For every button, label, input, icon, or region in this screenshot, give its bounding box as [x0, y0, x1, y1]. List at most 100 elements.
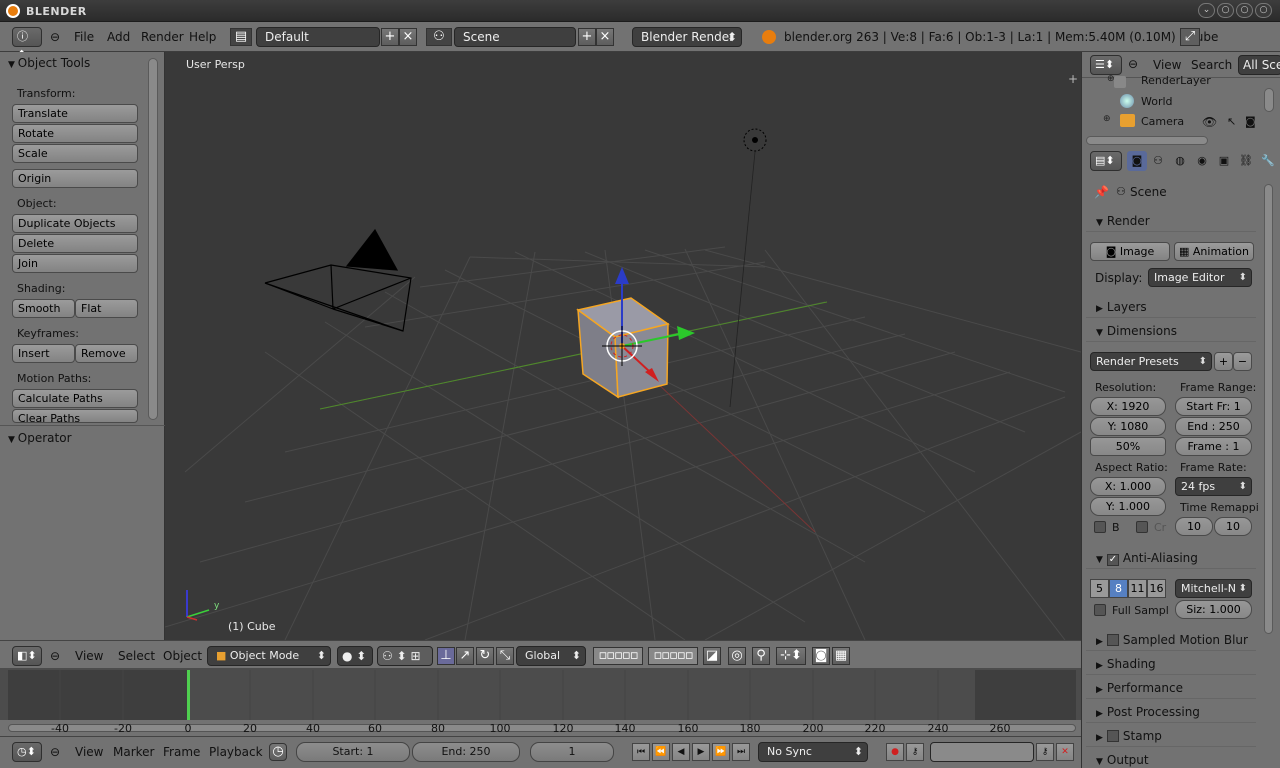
renderability-camera-icon[interactable]: ◙: [1245, 115, 1256, 128]
delete-keyframe-icon[interactable]: ✕: [1056, 743, 1074, 761]
render-tab-icon[interactable]: ◙: [1127, 151, 1147, 171]
render-animation-button[interactable]: ▦ Animation: [1174, 242, 1254, 261]
jump-end-icon[interactable]: ⏭: [732, 743, 750, 761]
window-menu-button[interactable]: ⌄: [1198, 3, 1215, 18]
outliner-scrollbar[interactable]: [1264, 88, 1274, 112]
modifiers-tab-icon[interactable]: 🔧: [1258, 151, 1278, 171]
snap-toggle-icon[interactable]: ⚲: [752, 647, 770, 665]
time-remap-new-field[interactable]: 10: [1214, 517, 1252, 536]
add-scene-button[interactable]: +: [578, 28, 596, 46]
pin-icon[interactable]: 📌: [1094, 185, 1109, 199]
editor-type-timeline-button[interactable]: ◷⬍: [12, 742, 42, 762]
aspect-x-field[interactable]: X: 1.000: [1090, 477, 1166, 496]
visibility-eye-icon[interactable]: 👁: [1202, 115, 1217, 129]
resolution-percentage-field[interactable]: 50%: [1090, 437, 1166, 456]
keying-set-field[interactable]: [930, 742, 1034, 762]
frame-menu[interactable]: Frame: [163, 745, 200, 759]
delete-button[interactable]: Delete: [12, 234, 138, 253]
viewport-add-panel-icon[interactable]: +: [1068, 72, 1078, 86]
display-filter-dropdown[interactable]: All Sce: [1238, 55, 1280, 75]
translate-button[interactable]: Translate: [12, 104, 138, 123]
editor-type-info-button[interactable]: ⓘ ⬍: [12, 27, 42, 61]
tool-shelf-scrollbar[interactable]: [148, 58, 158, 420]
fullscreen-icon[interactable]: ⤢: [1180, 28, 1200, 46]
playback-menu[interactable]: Playback: [209, 745, 263, 759]
start-frame-field[interactable]: Start: 1: [296, 742, 410, 762]
proportional-edit-icon[interactable]: ◎: [728, 647, 746, 665]
snap-element-icon[interactable]: ⊹⬍: [776, 647, 806, 665]
smooth-button[interactable]: Smooth: [12, 299, 75, 318]
layer-buttons-group-1[interactable]: ▫▫▫▫▫: [593, 647, 643, 665]
help-menu[interactable]: Help: [189, 30, 216, 44]
select-menu[interactable]: Select: [118, 649, 155, 663]
add-preset-button[interactable]: +: [1214, 352, 1233, 371]
anti-aliasing-section-header[interactable]: ▼ ✓ Anti-Aliasing: [1086, 547, 1256, 569]
motion-blur-checkbox-icon[interactable]: [1106, 634, 1119, 646]
timeline-editor[interactable]: -40 -20 0 20 40 60 80 100 120 140 160 18…: [0, 668, 1081, 736]
origin-button[interactable]: Origin: [12, 169, 138, 188]
outliner-horizontal-scrollbar[interactable]: [1086, 136, 1208, 145]
collapse-menu-icon[interactable]: ⊖: [50, 745, 60, 759]
outliner-search-menu[interactable]: Search: [1191, 58, 1232, 72]
dimensions-section-header[interactable]: ▼ Dimensions: [1086, 320, 1256, 342]
aa-samples-5[interactable]: 5: [1090, 579, 1109, 598]
outliner-item-world[interactable]: World: [1141, 95, 1173, 108]
operator-header[interactable]: Operator: [8, 431, 72, 445]
collapse-menu-icon[interactable]: ⊖: [50, 30, 60, 44]
constraints-tab-icon[interactable]: ⛓: [1236, 151, 1256, 171]
render-engine-dropdown[interactable]: Blender Render ⬍: [632, 27, 742, 47]
render-animation-icon[interactable]: ▦: [832, 647, 850, 665]
join-button[interactable]: Join: [12, 254, 138, 273]
current-frame-marker[interactable]: [187, 670, 190, 720]
window-maximize-button[interactable]: ○: [1236, 3, 1253, 18]
crop-checkbox[interactable]: [1136, 521, 1148, 533]
timeline-track[interactable]: [8, 670, 1076, 720]
outliner[interactable]: ☰⬍ ⊖ View Search All Sce RenderLayer ⊕ W…: [1081, 52, 1280, 148]
add-screen-button[interactable]: +: [381, 28, 399, 46]
insert-keyframe-icon[interactable]: ⚷: [1036, 743, 1054, 761]
frame-rate-dropdown[interactable]: 24 fps: [1175, 477, 1252, 496]
play-reverse-icon[interactable]: ◀: [672, 743, 690, 761]
shading-section-header[interactable]: ▶ Shading: [1086, 653, 1256, 675]
pivot-point-dropdown[interactable]: ⚇ ⬍ ⊞: [377, 646, 433, 666]
outliner-item-camera[interactable]: Camera: [1141, 115, 1184, 128]
flat-button[interactable]: Flat: [75, 299, 138, 318]
keying-set-icon[interactable]: ⚷: [906, 743, 924, 761]
transform-orientation-dropdown[interactable]: Global ⬍: [516, 646, 586, 666]
timeline-ruler[interactable]: -40 -20 0 20 40 60 80 100 120 140 160 18…: [0, 720, 1081, 736]
remove-scene-button[interactable]: ×: [596, 28, 614, 46]
end-frame-prop-field[interactable]: End : 250: [1175, 417, 1252, 436]
play-icon[interactable]: ▶: [692, 743, 710, 761]
border-checkbox[interactable]: [1094, 521, 1106, 533]
frame-step-field[interactable]: Frame : 1: [1175, 437, 1252, 456]
end-frame-field[interactable]: End: 250: [412, 742, 520, 762]
screen-layout-icon[interactable]: ▤: [230, 28, 252, 46]
file-menu[interactable]: File: [74, 30, 94, 44]
sampled-motion-blur-section-header[interactable]: ▶ Sampled Motion Blur: [1086, 629, 1256, 651]
properties-editor[interactable]: ▤⬍ ◙ ⚇ ◍ ◉ ▣ ⛓ 🔧 📌 ⚇ Scene ▼ Render ◙ Ima…: [1081, 148, 1280, 768]
timeline-view-menu[interactable]: View: [75, 745, 103, 759]
sync-mode-dropdown[interactable]: No Sync ⬍: [758, 742, 868, 762]
lamp-object[interactable]: [729, 128, 767, 408]
render-layers-tab-icon[interactable]: ⚇: [1148, 151, 1168, 171]
render-section-header[interactable]: ▼ Render: [1086, 210, 1256, 232]
translate-manipulator-icon[interactable]: ↗: [456, 647, 474, 665]
object-menu[interactable]: Object: [163, 649, 202, 663]
aa-samples-11[interactable]: 11: [1128, 579, 1147, 598]
duplicate-objects-button[interactable]: Duplicate Objects: [12, 214, 138, 233]
render-menu[interactable]: Render: [141, 30, 184, 44]
view-menu[interactable]: View: [75, 649, 103, 663]
start-frame-prop-field[interactable]: Start Fr: 1: [1175, 397, 1252, 416]
record-icon[interactable]: ●: [886, 743, 904, 761]
render-presets-dropdown[interactable]: Render Presets: [1090, 352, 1212, 371]
editor-type-properties-button[interactable]: ▤⬍: [1090, 151, 1122, 171]
anti-aliasing-checkbox-icon[interactable]: ✓: [1106, 554, 1119, 566]
interaction-mode-dropdown[interactable]: ■ Object Mode ⬍: [207, 646, 331, 666]
jump-start-icon[interactable]: ⏮: [632, 743, 650, 761]
manipulator-toggle-icon[interactable]: ⊥: [437, 647, 455, 665]
layer-buttons-group-2[interactable]: ▫▫▫▫▫: [648, 647, 698, 665]
expand-icon[interactable]: ⊕: [1107, 74, 1115, 84]
window-close-button[interactable]: ○: [1255, 3, 1272, 18]
display-mode-dropdown[interactable]: Image Editor: [1148, 268, 1252, 287]
world-tab-icon[interactable]: ◉: [1192, 151, 1212, 171]
